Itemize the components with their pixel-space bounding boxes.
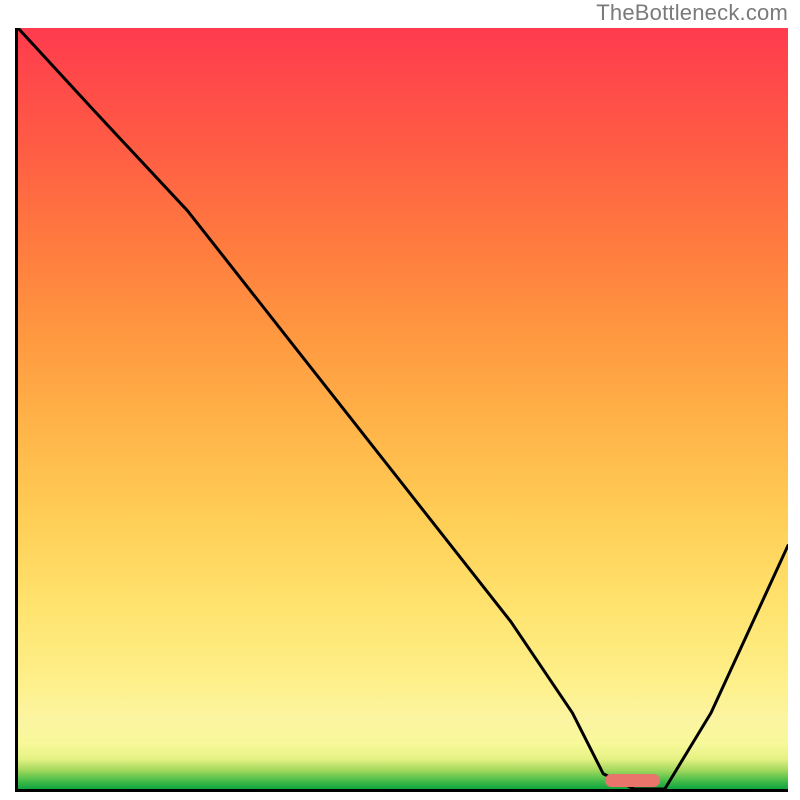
bottleneck-curve [18, 28, 788, 789]
optimal-marker [605, 774, 659, 786]
attribution-text: TheBottleneck.com [596, 0, 788, 26]
bottleneck-chart [15, 28, 788, 792]
